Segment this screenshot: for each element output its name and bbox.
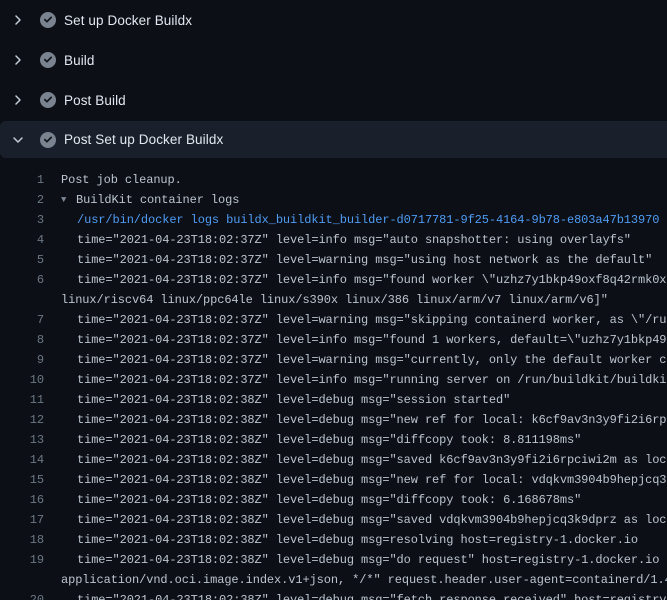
log-line-number[interactable]: 20	[0, 590, 44, 600]
log-line: 6 time="2021-04-23T18:02:37Z" level=info…	[0, 270, 667, 290]
log-line-text: ▼BuildKit container logs	[61, 190, 239, 210]
log-line-number[interactable]: 13	[0, 430, 44, 450]
log-line-text: time="2021-04-23T18:02:38Z" level=debug …	[77, 410, 667, 430]
log-group-toggle-icon[interactable]: ▼	[61, 190, 76, 210]
log-line: 17 time="2021-04-23T18:02:38Z" level=deb…	[0, 510, 667, 530]
step-section-row[interactable]: Set up Docker Buildx	[0, 0, 667, 40]
log-line: 16 time="2021-04-23T18:02:38Z" level=deb…	[0, 490, 667, 510]
log-line-text: application/vnd.oci.image.index.v1+json,…	[61, 570, 667, 590]
check-circle-icon	[40, 132, 56, 148]
log-line-number[interactable]: 1	[0, 170, 44, 190]
step-section-label: Build	[64, 53, 95, 68]
log-line-text: /usr/bin/docker logs buildx_buildkit_bui…	[77, 210, 659, 230]
log-line-text: time="2021-04-23T18:02:38Z" level=debug …	[77, 470, 667, 490]
log-line: 5 time="2021-04-23T18:02:37Z" level=warn…	[0, 250, 667, 270]
check-circle-icon	[40, 52, 56, 68]
log-line-number[interactable]: 17	[0, 510, 44, 530]
log-line-number[interactable]: 19	[0, 550, 44, 570]
log-line: 14 time="2021-04-23T18:02:38Z" level=deb…	[0, 450, 667, 470]
log-line-text: time="2021-04-23T18:02:38Z" level=debug …	[77, 490, 581, 510]
log-line-number[interactable]: 11	[0, 390, 44, 410]
log-line: 20 time="2021-04-23T18:02:38Z" level=deb…	[0, 590, 667, 600]
log-line-number[interactable]: 6	[0, 270, 44, 290]
log-line: 9 time="2021-04-23T18:02:37Z" level=warn…	[0, 350, 667, 370]
log-line-number[interactable]: 10	[0, 370, 44, 390]
log-line-number[interactable]: 12	[0, 410, 44, 430]
chevron-right-icon[interactable]	[10, 52, 26, 68]
log-line-text: time="2021-04-23T18:02:37Z" level=info m…	[77, 330, 667, 350]
log-group-label: BuildKit container logs	[76, 193, 239, 207]
log-line: 13 time="2021-04-23T18:02:38Z" level=deb…	[0, 430, 667, 450]
log-lines-container: 1 Post job cleanup. 2 ▼BuildKit containe…	[0, 158, 667, 600]
log-line-number[interactable]: 18	[0, 530, 44, 550]
step-section-label: Post Build	[64, 93, 126, 108]
log-line-text: time="2021-04-23T18:02:37Z" level=warnin…	[77, 350, 667, 370]
log-line-number[interactable]: 7	[0, 310, 44, 330]
step-section-row[interactable]: Post Set up Docker Buildx	[0, 121, 667, 158]
log-line: 2 ▼BuildKit container logs	[0, 190, 667, 210]
chevron-down-icon[interactable]	[10, 132, 26, 148]
log-line-text: linux/riscv64 linux/ppc64le linux/s390x …	[61, 290, 608, 310]
log-line-number[interactable]: 9	[0, 350, 44, 370]
log-line: 8 time="2021-04-23T18:02:37Z" level=info…	[0, 330, 667, 350]
log-line-text: time="2021-04-23T18:02:37Z" level=info m…	[77, 270, 667, 290]
log-line-text: time="2021-04-23T18:02:37Z" level=warnin…	[77, 310, 667, 330]
chevron-right-icon[interactable]	[10, 92, 26, 108]
step-section-row[interactable]: Build	[0, 40, 667, 80]
log-line: 3 /usr/bin/docker logs buildx_buildkit_b…	[0, 210, 667, 230]
log-line-text: time="2021-04-23T18:02:38Z" level=debug …	[77, 510, 667, 530]
log-line-text: time="2021-04-23T18:02:38Z" level=debug …	[77, 530, 638, 550]
log-line-text: time="2021-04-23T18:02:37Z" level=info m…	[77, 370, 667, 390]
log-line: 11 time="2021-04-23T18:02:38Z" level=deb…	[0, 390, 667, 410]
log-line-number[interactable]: 2	[0, 190, 44, 210]
step-section-label: Post Set up Docker Buildx	[64, 132, 223, 147]
log-line-number[interactable]: 14	[0, 450, 44, 470]
log-line-number[interactable]: 5	[0, 250, 44, 270]
log-line-text: time="2021-04-23T18:02:37Z" level=warnin…	[77, 250, 652, 270]
log-line-number[interactable]	[0, 290, 44, 310]
log-line: linux/riscv64 linux/ppc64le linux/s390x …	[0, 290, 667, 310]
step-sections-list: Set up Docker Buildx Build	[0, 0, 667, 158]
log-line: 15 time="2021-04-23T18:02:38Z" level=deb…	[0, 470, 667, 490]
log-line: 18 time="2021-04-23T18:02:38Z" level=deb…	[0, 530, 667, 550]
log-line-text: time="2021-04-23T18:02:37Z" level=info m…	[77, 230, 631, 250]
actions-log-panel: Set up Docker Buildx Build	[0, 0, 667, 600]
check-circle-icon	[40, 12, 56, 28]
log-line-text: time="2021-04-23T18:02:38Z" level=debug …	[77, 550, 667, 570]
log-line-number[interactable]: 3	[0, 210, 44, 230]
log-line-number[interactable]: 16	[0, 490, 44, 510]
step-section-row[interactable]: Post Build	[0, 80, 667, 120]
log-line-text: time="2021-04-23T18:02:38Z" level=debug …	[77, 390, 510, 410]
log-line: 4 time="2021-04-23T18:02:37Z" level=info…	[0, 230, 667, 250]
log-line-number[interactable]	[0, 570, 44, 590]
log-line-text: time="2021-04-23T18:02:38Z" level=debug …	[77, 590, 667, 600]
log-line-number[interactable]: 4	[0, 230, 44, 250]
log-line: application/vnd.oci.image.index.v1+json,…	[0, 570, 667, 590]
log-line: 10 time="2021-04-23T18:02:37Z" level=inf…	[0, 370, 667, 390]
log-line: 1 Post job cleanup.	[0, 170, 667, 190]
step-section-label: Set up Docker Buildx	[64, 13, 192, 28]
log-line-number[interactable]: 15	[0, 470, 44, 490]
log-line-number[interactable]: 8	[0, 330, 44, 350]
log-line: 7 time="2021-04-23T18:02:37Z" level=warn…	[0, 310, 667, 330]
log-line-text: time="2021-04-23T18:02:38Z" level=debug …	[77, 450, 667, 470]
log-line-text: time="2021-04-23T18:02:38Z" level=debug …	[77, 430, 581, 450]
check-circle-icon	[40, 92, 56, 108]
log-line-text: Post job cleanup.	[61, 170, 182, 190]
log-line: 19 time="2021-04-23T18:02:38Z" level=deb…	[0, 550, 667, 570]
chevron-right-icon[interactable]	[10, 12, 26, 28]
log-line: 12 time="2021-04-23T18:02:38Z" level=deb…	[0, 410, 667, 430]
